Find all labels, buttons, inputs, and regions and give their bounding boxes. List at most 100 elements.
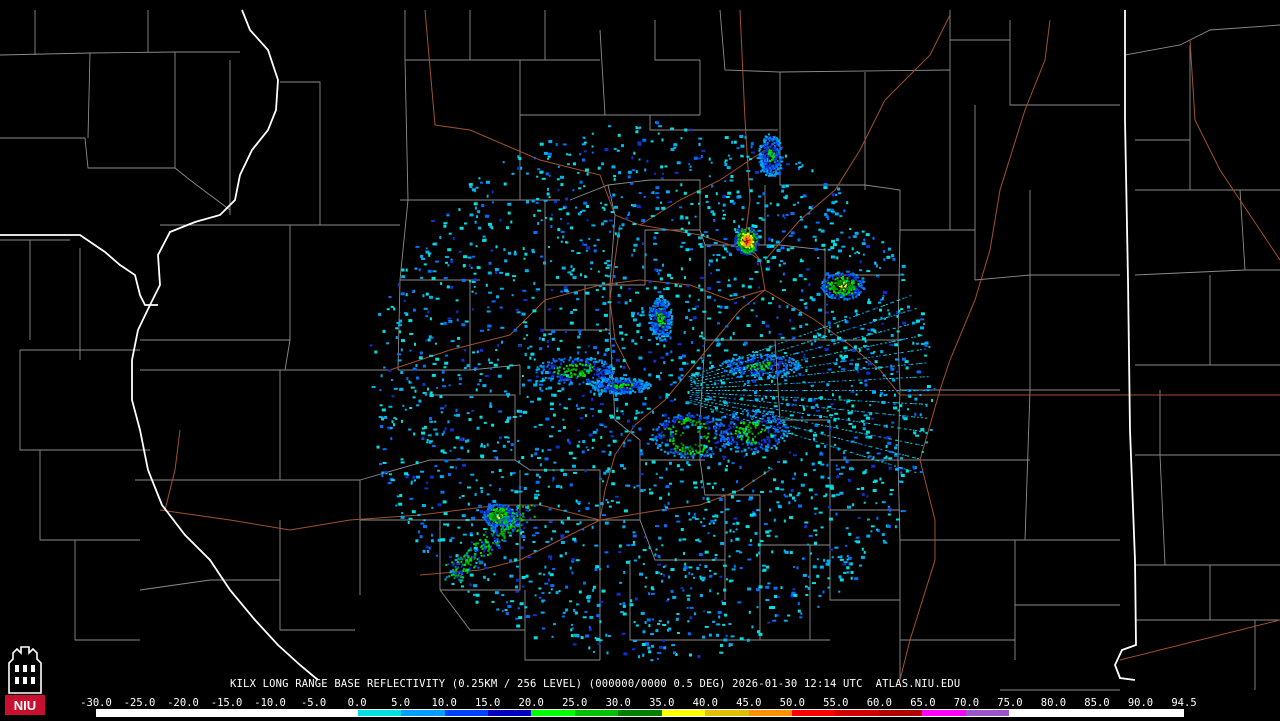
echo-pixel [687, 391, 690, 394]
echo-pixel [519, 602, 524, 606]
echo-pixel [865, 469, 868, 472]
echo-pixel [638, 390, 641, 393]
echo-pixel [741, 240, 743, 243]
echo-pixel [672, 442, 675, 445]
echo-pixel [776, 316, 779, 319]
echo-pixel [715, 229, 719, 231]
echo-pixel [671, 315, 673, 318]
echo-pixel [485, 510, 488, 512]
echo-pixel [547, 485, 550, 488]
echo-pixel [866, 495, 869, 498]
echo-pixel [829, 222, 834, 225]
echo-pixel [768, 302, 772, 305]
echo-pixel [613, 177, 616, 181]
echo-pixel [711, 184, 714, 188]
echo-pixel [488, 358, 490, 362]
echo-pixel [469, 396, 474, 399]
echo-pixel [842, 563, 847, 566]
echo-pixel [668, 420, 671, 423]
echo-pixel [881, 533, 885, 537]
echo-pixel [470, 266, 473, 269]
echo-pixel [750, 309, 754, 312]
echo-pixel [546, 365, 549, 368]
echo-pixel [583, 137, 586, 140]
echo-pixel [533, 358, 536, 361]
echo-pixel [658, 269, 662, 272]
echo-pixel [778, 333, 783, 336]
echo-pixel [512, 275, 517, 278]
echo-pixel [830, 310, 834, 313]
echo-pixel [761, 166, 764, 168]
echo-pixel [468, 264, 471, 267]
echo-pixel [825, 215, 829, 219]
echo-pixel [766, 436, 769, 438]
echo-pixel [622, 388, 625, 391]
echo-pixel [431, 373, 436, 377]
echo-pixel [597, 373, 600, 375]
echo-pixel [915, 342, 919, 345]
echo-pixel [543, 333, 547, 337]
echo-pixel [381, 474, 384, 477]
echo-pixel [797, 362, 800, 365]
echo-pixel [827, 405, 832, 408]
echo-pixel [770, 138, 773, 141]
echo-pixel [561, 615, 565, 618]
echo-pixel [883, 394, 886, 397]
echo-pixel [425, 315, 429, 318]
echo-pixel [685, 401, 690, 405]
echo-pixel [638, 356, 643, 360]
echo-pixel [693, 612, 696, 616]
echo-pixel [547, 361, 549, 364]
echo-pixel [680, 442, 683, 445]
echo-pixel [548, 591, 551, 594]
echo-pixel [865, 361, 868, 363]
echo-pixel [739, 637, 744, 641]
echo-pixel [712, 212, 716, 216]
echo-pixel [515, 558, 518, 562]
echo-pixel [645, 287, 649, 290]
echo-pixel [613, 388, 616, 391]
echo-pixel [709, 569, 712, 572]
echo-pixel [588, 627, 592, 631]
echo-pixel [657, 652, 662, 654]
echo-pixel [775, 487, 780, 491]
echo-pixel [736, 236, 739, 239]
echo-pixel [734, 228, 737, 232]
echo-pixel [734, 446, 737, 449]
echo-pixel [724, 247, 727, 251]
echo-pixel [408, 319, 413, 323]
echo-pixel [461, 495, 465, 497]
echo-pixel [622, 359, 626, 363]
echo-pixel [769, 490, 773, 493]
echo-pixel [599, 403, 604, 406]
echo-pixel [662, 624, 667, 626]
echo-pixel [722, 602, 726, 605]
echo-pixel [478, 226, 482, 230]
echo-pixel [425, 247, 428, 250]
echo-pixel [533, 636, 538, 640]
echo-pixel [730, 442, 733, 445]
echo-pixel [686, 461, 689, 465]
echo-pixel [483, 514, 486, 517]
echo-pixel [832, 211, 834, 214]
echo-pixel [632, 640, 637, 642]
echo-pixel [613, 175, 617, 177]
radar-map[interactable] [0, 0, 1280, 720]
echo-pixel [831, 556, 834, 559]
echo-pixel [824, 280, 827, 283]
echo-pixel [680, 137, 683, 140]
echo-pixel [893, 406, 898, 410]
echo-pixel [668, 302, 670, 305]
echo-pixel [684, 276, 686, 280]
echo-pixel [578, 329, 582, 333]
echo-pixel [774, 438, 777, 441]
echo-pixel [440, 282, 443, 286]
echo-pixel [733, 441, 736, 444]
echo-pixel [571, 571, 574, 575]
echo-pixel [424, 487, 429, 490]
echo-pixel [773, 165, 776, 168]
echo-pixel [820, 475, 825, 479]
echo-pixel [821, 281, 824, 284]
echo-pixel [776, 423, 779, 426]
echo-pixel [552, 413, 556, 417]
